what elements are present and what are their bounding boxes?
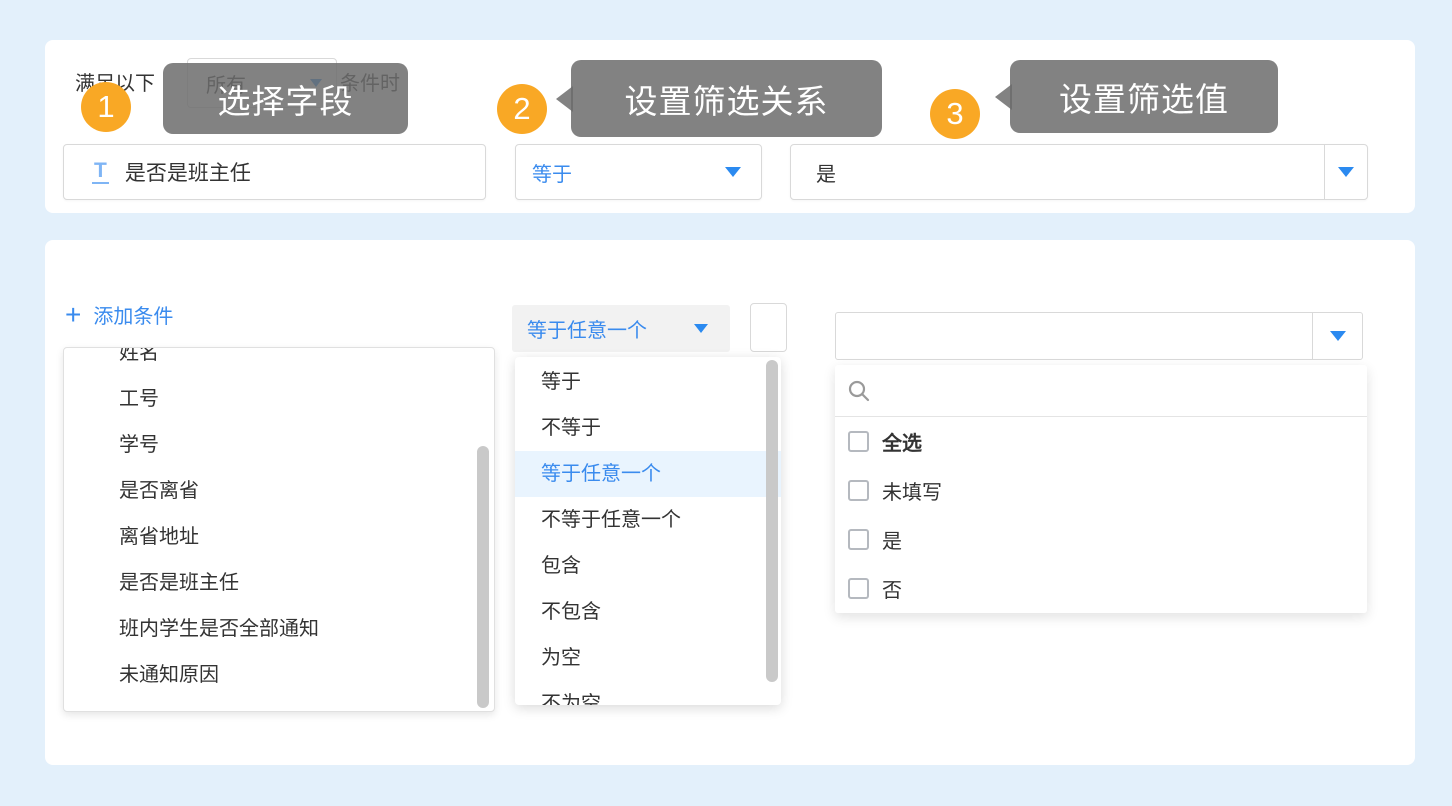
chevron-down-icon xyxy=(694,324,708,333)
relation-option[interactable]: 等于 xyxy=(515,359,781,405)
callout-badge-1: 1 xyxy=(81,82,131,132)
value-option-label: 否 xyxy=(882,574,902,603)
relation-option[interactable]: 包含 xyxy=(515,543,781,589)
checkbox-unchecked-icon[interactable] xyxy=(848,578,869,599)
field-option[interactable]: 学号 xyxy=(64,422,494,468)
relation-dropdown-menu: 等于 不等于 等于任意一个 不等于任意一个 包含 不包含 为空 不为空 xyxy=(515,357,781,705)
tooltip-set-relation: 设置筛选关系 xyxy=(571,60,882,137)
relation-trigger-value: 等于任意一个 xyxy=(527,314,694,343)
relation-option[interactable]: 为空 xyxy=(515,635,781,681)
add-condition-label: 添加条件 xyxy=(93,300,173,329)
relation-select-value: 等于 xyxy=(532,158,725,187)
value-search-input[interactable] xyxy=(885,380,1353,402)
field-option[interactable]: 工号 xyxy=(64,376,494,422)
value-multiselect-menu: 全选 未填写 是 否 xyxy=(835,365,1367,613)
value-multiselect-arrow-cell[interactable] xyxy=(1312,313,1362,359)
chevron-down-icon xyxy=(1330,331,1346,341)
relation-option[interactable]: 不等于 xyxy=(515,405,781,451)
value-select-arrow-cell[interactable] xyxy=(1324,145,1367,199)
checkbox-unchecked-icon[interactable] xyxy=(848,431,869,452)
callout-badge-3: 3 xyxy=(930,89,980,139)
callout-number: 2 xyxy=(513,91,530,127)
relation-option[interactable]: 不包含 xyxy=(515,589,781,635)
tooltip-set-value: 设置筛选值 xyxy=(1010,60,1278,133)
field-option[interactable]: 姓名 xyxy=(64,347,494,376)
checkbox-unchecked-icon[interactable] xyxy=(848,480,869,501)
value-option-label: 是 xyxy=(882,525,902,554)
tooltip-text: 选择字段 xyxy=(218,75,354,123)
callout-number: 3 xyxy=(946,96,963,132)
plus-icon: + xyxy=(65,301,81,329)
field-option[interactable]: 班内学生是否全部通知 xyxy=(64,606,494,652)
tooltip-text: 设置筛选值 xyxy=(1059,73,1229,121)
checkbox-unchecked-icon[interactable] xyxy=(848,529,869,550)
value-multiselect-trigger[interactable] xyxy=(835,312,1363,360)
field-option[interactable]: 离省地址 xyxy=(64,514,494,560)
relation-option-selected[interactable]: 等于任意一个 xyxy=(515,451,781,497)
search-icon xyxy=(847,379,871,403)
relation-option[interactable]: 不等于任意一个 xyxy=(515,497,781,543)
field-dropdown-list: 姓名 工号 学号 是否离省 离省地址 是否是班主任 班内学生是否全部通知 未通知… xyxy=(63,347,495,712)
text-field-icon: T xyxy=(92,160,109,184)
relation-option[interactable]: 不为空 xyxy=(515,681,781,705)
covered-input-stub xyxy=(750,303,787,352)
field-option[interactable]: 未通知原因 xyxy=(64,652,494,698)
value-option[interactable]: 未填写 xyxy=(835,466,1367,515)
tooltip-text: 设置筛选关系 xyxy=(625,75,829,123)
chevron-down-icon xyxy=(725,167,741,177)
field-list-scrollbar[interactable] xyxy=(477,446,489,708)
value-option-label: 未填写 xyxy=(882,476,942,505)
field-option[interactable]: 是否离省 xyxy=(64,468,494,514)
relation-dropdown-trigger[interactable]: 等于任意一个 xyxy=(512,305,730,352)
value-select-value: 是 xyxy=(816,158,1324,187)
chevron-down-icon xyxy=(1338,167,1354,177)
relation-menu-scrollbar[interactable] xyxy=(766,360,778,682)
value-search-row xyxy=(835,365,1367,417)
field-option-list: 姓名 工号 学号 是否离省 离省地址 是否是班主任 班内学生是否全部通知 未通知… xyxy=(64,347,494,698)
filter-settings-screen: 满足以下 所有 条件时 T 是否是班主任 等于 是 1 2 3 选择字段 设置筛… xyxy=(0,0,1452,806)
value-option[interactable]: 否 xyxy=(835,564,1367,613)
field-option[interactable]: 是否是班主任 xyxy=(64,560,494,606)
callout-badge-2: 2 xyxy=(497,84,547,134)
add-condition-button[interactable]: + 添加条件 xyxy=(65,300,173,329)
value-option[interactable]: 是 xyxy=(835,515,1367,564)
relation-option-list: 等于 不等于 等于任意一个 不等于任意一个 包含 不包含 为空 不为空 xyxy=(515,357,781,705)
relation-select[interactable]: 等于 xyxy=(515,144,762,200)
value-option-select-all[interactable]: 全选 xyxy=(835,417,1367,466)
value-option-label: 全选 xyxy=(882,427,922,456)
callout-number: 1 xyxy=(97,89,114,125)
field-select-value: 是否是班主任 xyxy=(125,157,251,187)
tooltip-select-field: 选择字段 xyxy=(163,63,408,134)
condition-builder-panel: + 添加条件 姓名 工号 学号 是否离省 离省地址 是否是班主任 班内学生是否全… xyxy=(45,240,1415,765)
value-select[interactable]: 是 xyxy=(790,144,1368,200)
field-select[interactable]: T 是否是班主任 xyxy=(63,144,486,200)
